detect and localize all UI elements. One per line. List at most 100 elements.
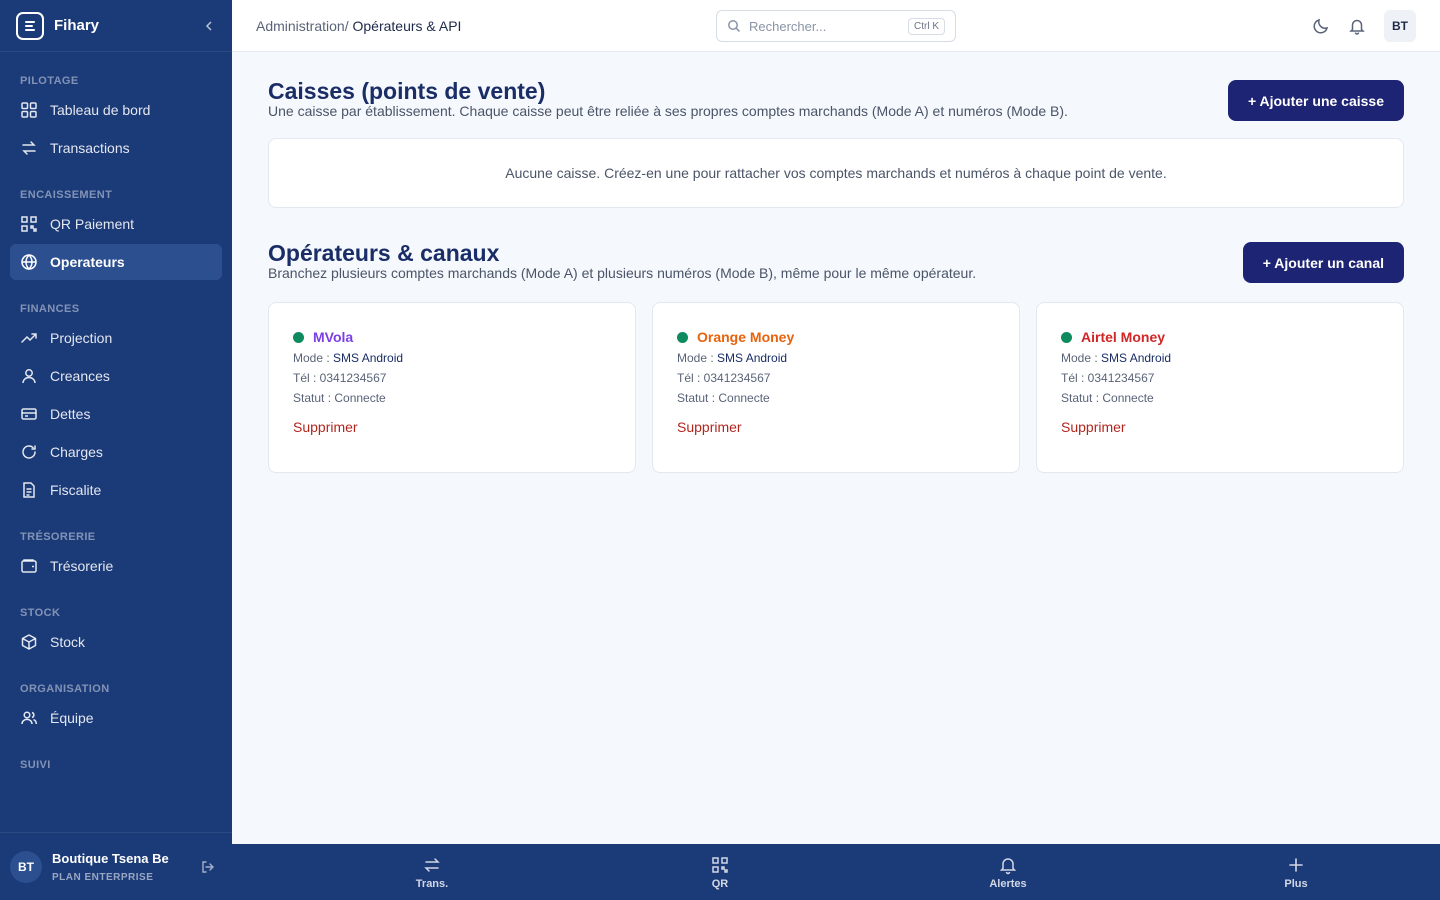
sidebar-item-creances[interactable]: Creances	[10, 358, 222, 394]
delete-button[interactable]: Supprimer	[677, 419, 742, 435]
caisses-description: Une caisse par établissement. Chaque cai…	[268, 103, 1068, 119]
breadcrumb-parent[interactable]: Administration/	[256, 18, 349, 34]
sidebar-item-equipe[interactable]: Équipe	[10, 700, 222, 736]
bottom-nav-label: Alertes	[989, 877, 1027, 890]
section-label-finances: FINANCES	[20, 303, 80, 315]
box-icon	[21, 634, 37, 650]
sidebar-item-label: Tableau de bord	[50, 102, 151, 118]
sidebar-item-projection[interactable]: Projection	[10, 320, 222, 356]
status-dot	[677, 331, 688, 343]
tel-label: Tél :	[1061, 371, 1088, 385]
sidebar-item-operateurs[interactable]: Operateurs	[10, 244, 222, 280]
profile-name: Boutique Tsena Be	[52, 850, 169, 866]
sidebar-item-dettes[interactable]: Dettes	[10, 396, 222, 432]
bottom-nav-label: Trans.	[415, 877, 449, 890]
sidebar-item-label: Transactions	[50, 140, 130, 156]
brand-logo-icon[interactable]	[16, 11, 44, 40]
collapse-sidebar-icon[interactable]	[202, 19, 216, 33]
operateurs-description: Branchez plusieurs comptes marchands (Mo…	[268, 265, 977, 281]
caisses-header: Caisses (points de vente) Une caisse par…	[268, 52, 1404, 138]
operator-card-orange-money: Orange Money Mode : SMS Android Tél : 03…	[652, 302, 1020, 473]
bottom-nav-plus[interactable]: Plus	[1256, 844, 1336, 900]
operator-tel: Tél : 0341234567	[1061, 371, 1379, 385]
bottom-nav-alertes[interactable]: Alertes	[968, 844, 1048, 900]
credit-card-icon	[21, 408, 37, 420]
bottom-nav: Trans. QR Alertes Plus	[232, 844, 1440, 900]
moon-icon[interactable]	[1312, 17, 1330, 35]
section-label-pilotage: PILOTAGE	[20, 75, 79, 87]
operator-statut: Statut : Connecte	[1061, 391, 1379, 405]
sidebar-item-label: Fiscalite	[50, 482, 102, 498]
mode-label: Mode :	[1061, 351, 1102, 365]
trending-up-icon	[21, 333, 37, 343]
bell-icon[interactable]	[1348, 17, 1366, 35]
operator-name: Airtel Money	[1081, 329, 1166, 345]
sidebar-item-label: Stock	[50, 634, 86, 650]
tel-value: 0341234567	[703, 371, 771, 385]
sidebar-item-qr[interactable]: QR Paiement	[10, 206, 222, 242]
sidebar-item-stock[interactable]: Stock	[10, 624, 222, 660]
statut-label: Statut :	[1061, 391, 1103, 405]
bell-icon	[999, 857, 1017, 874]
avatar[interactable]: BT	[10, 850, 42, 883]
operator-title: Orange Money	[677, 329, 995, 345]
tel-label: Tél :	[677, 371, 704, 385]
sidebar-item-charges[interactable]: Charges	[10, 434, 222, 470]
profile-plan: PLAN ENTERPRISE	[52, 871, 154, 883]
main-content: Caisses (points de vente) Une caisse par…	[268, 52, 1404, 473]
operateurs-title: Opérateurs & canaux	[268, 240, 500, 266]
grid-icon	[21, 102, 37, 118]
profile-text: Boutique Tsena Be PLAN ENTERPRISE	[52, 851, 169, 883]
bottom-nav-trans[interactable]: Trans.	[392, 844, 472, 900]
refresh-icon	[22, 445, 36, 459]
bottom-nav-label: QR	[711, 877, 729, 890]
sidebar-item-tresorerie[interactable]: Trésorerie	[10, 548, 222, 584]
operator-cards: MVola Mode : SMS Android Tél : 034123456…	[268, 302, 1404, 473]
operator-card-mvola: MVola Mode : SMS Android Tél : 034123456…	[268, 302, 636, 473]
breadcrumb: Administration/ Opérateurs & API	[256, 18, 461, 34]
delete-button[interactable]: Supprimer	[293, 419, 358, 435]
sidebar-item-fiscalite[interactable]: Fiscalite	[10, 472, 222, 508]
sidebar-item-label: Dettes	[50, 406, 91, 422]
statut-value: Connecte	[334, 391, 386, 405]
sidebar: Fihary PILOTAGE Tableau de bord Transact…	[0, 0, 232, 900]
sidebar-item-transactions[interactable]: Transactions	[10, 130, 222, 166]
sidebar-item-label: QR Paiement	[50, 216, 135, 232]
add-caisse-button[interactable]: + Ajouter une caisse	[1227, 80, 1404, 121]
sidebar-item-label: Operateurs	[50, 254, 125, 270]
swap-icon	[22, 141, 36, 155]
sidebar-item-label: Creances	[50, 368, 110, 384]
operator-title: Airtel Money	[1061, 329, 1379, 345]
sidebar-item-label: Projection	[50, 330, 113, 346]
top-header: Administration/ Opérateurs & API Ctrl K …	[232, 0, 1440, 52]
header-avatar[interactable]: BT	[1384, 10, 1416, 42]
operator-statut: Statut : Connecte	[293, 391, 611, 405]
delete-button[interactable]: Supprimer	[1061, 419, 1126, 435]
tel-value: 0341234567	[1087, 371, 1155, 385]
add-canal-button[interactable]: + Ajouter un canal	[1242, 242, 1404, 283]
mode-value: SMS Android	[717, 351, 788, 365]
search-input[interactable]	[749, 18, 899, 34]
sidebar-nav: PILOTAGE Tableau de bord Transactions EN…	[0, 70, 232, 776]
mode-value: SMS Android	[333, 351, 404, 365]
brand-name: Fihary	[54, 17, 100, 34]
operator-title: MVola	[293, 329, 611, 345]
statut-value: Connecte	[718, 391, 770, 405]
section-label-encaissement: ENCAISSEMENT	[20, 189, 113, 201]
qr-code-icon	[21, 216, 37, 232]
operator-name: Orange Money	[697, 329, 795, 345]
sidebar-item-dashboard[interactable]: Tableau de bord	[10, 92, 222, 128]
sidebar-item-label: Équipe	[50, 710, 94, 726]
section-label-tresorerie: TRÉSORERIE	[20, 531, 96, 543]
search-box[interactable]: Ctrl K	[716, 10, 956, 42]
operator-name: MVola	[313, 329, 354, 345]
sidebar-item-label: Charges	[50, 444, 103, 460]
operator-mode: Mode : SMS Android	[1061, 351, 1379, 365]
operator-tel: Tél : 0341234567	[293, 371, 611, 385]
bottom-nav-qr[interactable]: QR	[680, 844, 760, 900]
section-label-organisation: ORGANISATION	[20, 683, 110, 695]
document-icon	[23, 482, 35, 498]
breadcrumb-current: Opérateurs & API	[352, 17, 462, 34]
logout-icon[interactable]	[200, 859, 216, 875]
status-dot	[1061, 331, 1072, 343]
